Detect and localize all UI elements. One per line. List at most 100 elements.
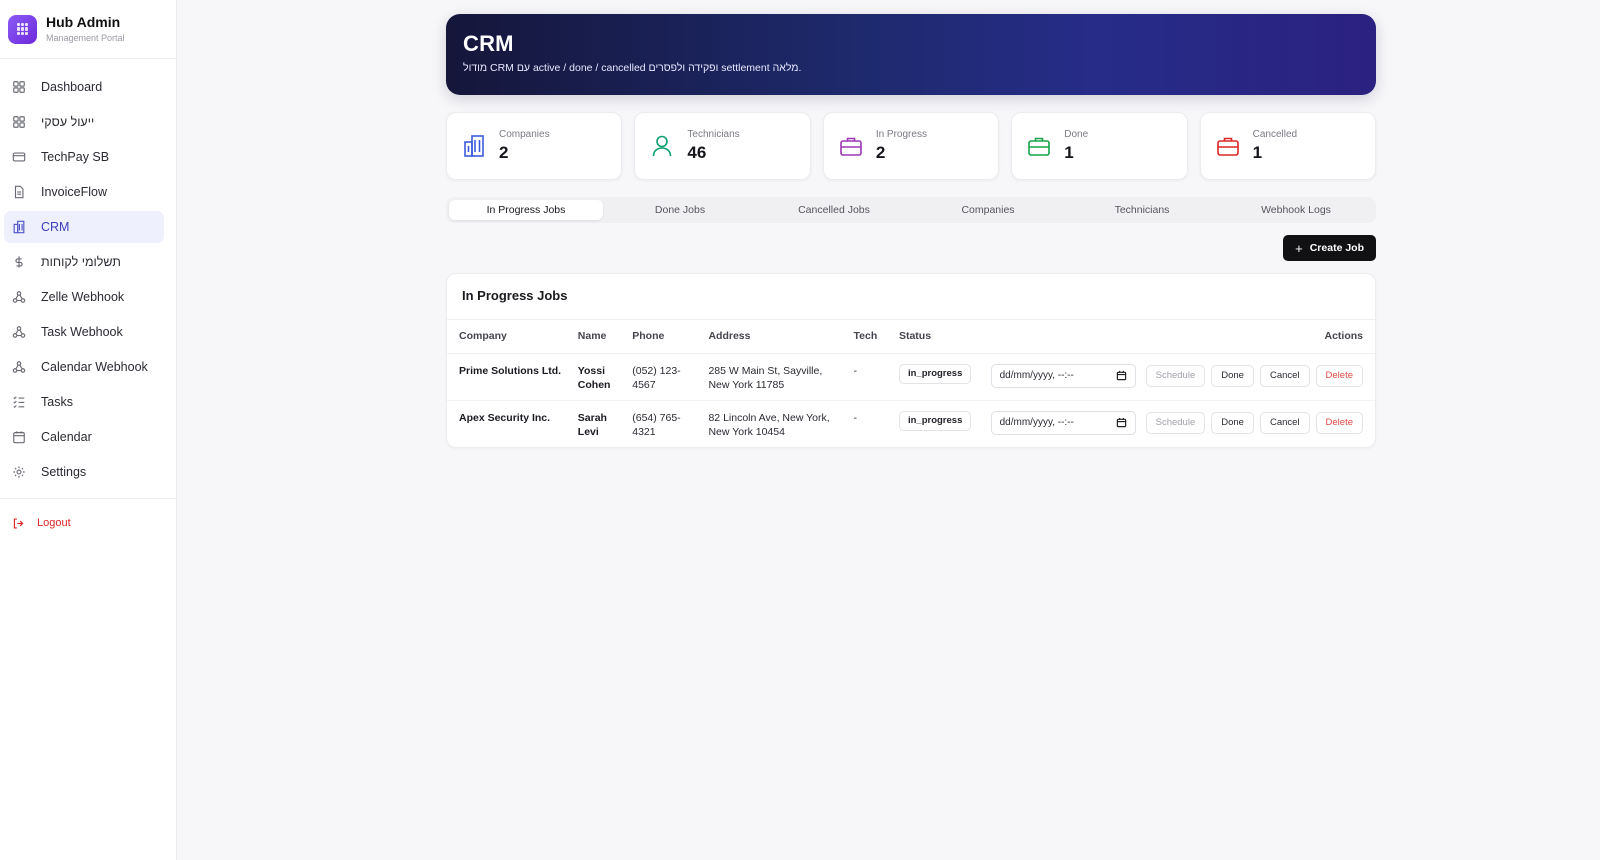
grid-icon — [13, 116, 25, 128]
sidebar-item-task-webhook[interactable]: Task Webhook — [4, 316, 164, 348]
tab-technicians[interactable]: Technicians — [1065, 200, 1219, 220]
tab-companies[interactable]: Companies — [911, 200, 1065, 220]
briefcase-icon — [1216, 137, 1239, 156]
document-icon — [14, 185, 24, 199]
page-subtitle: מודול CRM עם active / done / cancelled ו… — [463, 62, 802, 74]
cell-phone: (654) 765-4321 — [632, 411, 681, 438]
delete-button[interactable]: Delete — [1315, 411, 1363, 434]
toolbar: + Create Job — [446, 235, 1376, 261]
cancel-button[interactable]: Cancel — [1259, 411, 1310, 434]
calendar-icon[interactable] — [1116, 417, 1127, 428]
sidebar-item-crm[interactable]: CRM — [4, 211, 164, 243]
webhook-icon — [12, 361, 26, 373]
building-icon — [464, 135, 484, 157]
sidebar-item-techpay[interactable]: TechPay SB — [4, 141, 164, 173]
jobs-table: Company Name Phone Address Tech Status A… — [447, 320, 1375, 447]
table-row: Apex Security Inc. Sarah Levi (654) 765-… — [447, 400, 1375, 447]
cell-company: Apex Security Inc. — [459, 411, 551, 424]
cell-actions: dd/mm/yyyy, --:-- Schedule Done Cancel D… — [985, 400, 1375, 447]
column-header-address[interactable]: Address — [702, 320, 848, 354]
column-header-tech[interactable]: Tech — [847, 320, 893, 354]
datetime-placeholder: dd/mm/yyyy, --:-- — [999, 369, 1074, 381]
sidebar-nav: Dashboard ייעול עסקי TechPay SB InvoiceF… — [0, 59, 176, 488]
column-header-company[interactable]: Company — [447, 320, 572, 354]
sidebar-item-tasks[interactable]: Tasks — [4, 386, 164, 418]
logout-button[interactable]: Logout — [0, 509, 176, 537]
stat-label: In Progress — [875, 129, 927, 140]
done-button[interactable]: Done — [1211, 411, 1254, 434]
sidebar-item-label: Zelle Webhook — [41, 290, 125, 304]
building-icon — [13, 220, 25, 234]
sidebar-item-dashboard[interactable]: Dashboard — [4, 71, 164, 103]
stats-row: Companies 2 Technicians 46 In Progress 2 Do… — [446, 112, 1377, 180]
sidebar-item-settings[interactable]: Settings — [4, 456, 164, 488]
stat-value: 1 — [1252, 143, 1263, 162]
jobs-card-title: In Progress Jobs — [447, 274, 1375, 320]
cell-tech: - — [847, 353, 893, 401]
cell-name: Sarah Levi — [577, 411, 607, 438]
logout-icon — [13, 517, 24, 529]
sidebar-item-invoiceflow[interactable]: InvoiceFlow — [4, 176, 164, 208]
delete-button[interactable]: Delete — [1315, 364, 1363, 387]
sidebar-item-label: Task Webhook — [41, 325, 123, 339]
webhook-icon — [12, 291, 26, 303]
webhook-icon — [12, 326, 26, 338]
briefcase-icon — [840, 137, 862, 156]
done-button[interactable]: Done — [1211, 364, 1254, 387]
tab-cancelled-jobs[interactable]: Cancelled Jobs — [757, 200, 911, 220]
table-header-row: Company Name Phone Address Tech Status A… — [447, 320, 1375, 354]
column-header-name[interactable]: Name — [571, 320, 627, 354]
sidebar-item-label: ייעול עסקי — [41, 115, 95, 129]
logout-label: Logout — [37, 517, 71, 529]
column-header-status[interactable]: Status — [892, 320, 985, 354]
briefcase-icon — [1028, 137, 1051, 156]
create-job-button[interactable]: + Create Job — [1283, 235, 1376, 261]
calendar-icon[interactable] — [1116, 370, 1127, 381]
gear-icon — [13, 466, 25, 478]
sidebar-item-label: Calendar — [41, 430, 92, 444]
sidebar-item-calendar[interactable]: Calendar — [4, 421, 164, 453]
sidebar-item-calendar-webhook[interactable]: Calendar Webhook — [4, 351, 164, 383]
sidebar-item-label: Tasks — [41, 395, 73, 409]
sidebar-item-label: Calendar Webhook — [41, 360, 148, 374]
brand-logo — [8, 14, 37, 44]
sidebar-item-customer-payments[interactable]: תשלומי לקוחות — [4, 246, 164, 278]
schedule-button[interactable]: Schedule — [1145, 411, 1206, 434]
cell-address: 82 Lincoln Ave, New York, New York 10454 — [708, 411, 830, 438]
sidebar-item-label: תשלומי לקוחות — [41, 255, 121, 269]
brand[interactable]: Hub Admin Management Portal — [0, 0, 176, 59]
stat-label: Companies — [499, 129, 550, 140]
stat-technicians: Technicians 46 — [634, 112, 811, 180]
main-content: CRM מודול CRM עם active / done / cancell… — [446, 14, 1377, 448]
cell-actions: dd/mm/yyyy, --:-- Schedule Done Cancel D… — [984, 353, 1375, 401]
sidebar-item-business[interactable]: ייעול עסקי — [4, 106, 164, 138]
sidebar-item-label: CRM — [41, 220, 70, 234]
list-icon — [13, 396, 25, 409]
cell-address: 285 W Main St, Sayville, New York 11785 — [702, 353, 848, 401]
sidebar-item-zelle-webhook[interactable]: Zelle Webhook — [4, 281, 164, 313]
stat-label: Technicians — [687, 129, 740, 140]
sidebar-item-label: InvoiceFlow — [41, 185, 107, 199]
stat-value: 2 — [875, 143, 886, 162]
stat-label: Done — [1064, 129, 1089, 140]
schedule-datetime-input[interactable]: dd/mm/yyyy, --:-- — [990, 410, 1136, 435]
column-header-phone[interactable]: Phone — [626, 320, 703, 354]
brand-title: Hub Admin — [46, 14, 121, 30]
dollar-icon — [15, 256, 23, 268]
cell-status: in_progress — [892, 353, 985, 401]
tab-in-progress-jobs[interactable]: In Progress Jobs — [449, 200, 603, 220]
stat-companies: Companies 2 — [446, 112, 623, 180]
plus-icon: + — [1295, 240, 1303, 256]
jobs-card: In Progress Jobs Company Name Phone Addr… — [446, 273, 1376, 448]
schedule-button[interactable]: Schedule — [1145, 364, 1206, 387]
brand-subtitle: Management Portal — [46, 33, 125, 43]
cancel-button[interactable]: Cancel — [1259, 364, 1310, 387]
schedule-datetime-input[interactable]: dd/mm/yyyy, --:-- — [990, 363, 1136, 388]
cell-status: in_progress — [893, 400, 985, 447]
stat-done: Done 1 — [1011, 112, 1188, 180]
tab-done-jobs[interactable]: Done Jobs — [603, 200, 757, 220]
tab-webhook-logs[interactable]: Webhook Logs — [1219, 200, 1373, 220]
datetime-placeholder: dd/mm/yyyy, --:-- — [999, 416, 1074, 428]
cell-phone: (052) 123-4567 — [626, 353, 703, 401]
cell-name: Yossi Cohen — [571, 353, 627, 401]
